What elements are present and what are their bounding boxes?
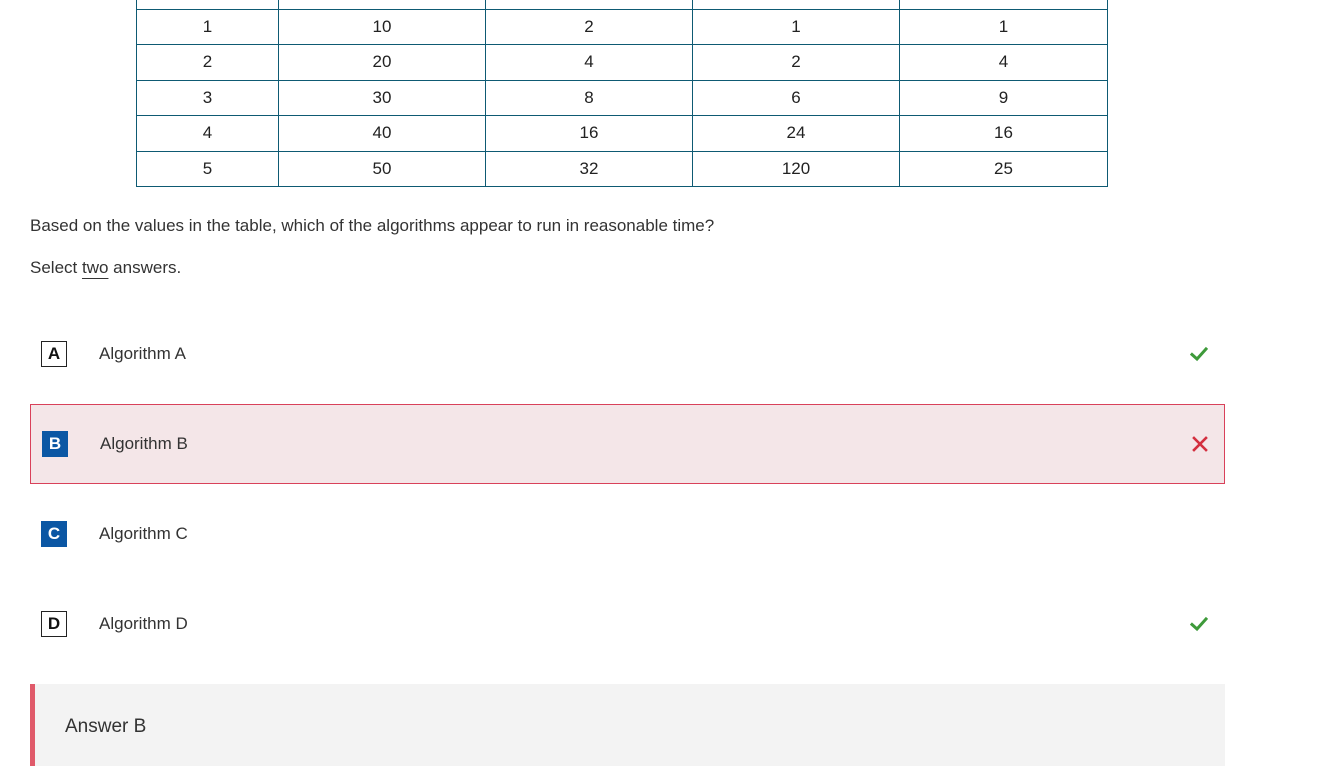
table-row: 4 40 16 24 16 [136, 115, 1108, 152]
table-cell: 1 [899, 8, 1108, 45]
selection-instruction: Select two answers. [30, 258, 181, 278]
table-cell: 2 [136, 44, 279, 81]
table-cell: 3 [136, 79, 279, 116]
instruction-prefix: Select [30, 258, 82, 277]
table-cell: 5 [136, 150, 279, 187]
option-label: Algorithm B [100, 434, 188, 453]
answer-panel: Answer B [30, 684, 1225, 766]
table-cell: 30 [278, 79, 486, 116]
table-cell: 50 [278, 150, 486, 187]
table-cell: 40 [278, 115, 486, 152]
table-cell: 20 [278, 44, 486, 81]
table-row: 2 20 4 2 4 [136, 44, 1108, 81]
table-cell [136, 0, 279, 10]
option-letter: C [41, 521, 67, 547]
option-letter: B [42, 431, 68, 457]
table-cell: 2 [692, 44, 900, 81]
option-label: Algorithm D [99, 614, 188, 633]
table-cell: 120 [692, 150, 900, 187]
table-cell: 4 [899, 44, 1108, 81]
table-cell: 6 [692, 79, 900, 116]
table-cell: 32 [485, 150, 693, 187]
option-a[interactable]: A Algorithm A [30, 314, 1225, 394]
table-row: 3 30 8 6 9 [136, 79, 1108, 116]
option-c[interactable]: C Algorithm C [30, 494, 1225, 574]
checkmark-icon [1190, 616, 1208, 632]
table-cell: 25 [899, 150, 1108, 187]
option-b[interactable]: B Algorithm B [30, 404, 1225, 484]
option-d[interactable]: D Algorithm D [30, 584, 1225, 664]
instruction-suffix: answers. [108, 258, 182, 277]
instruction-emphasis: two [81, 258, 109, 277]
table-cell [278, 0, 486, 10]
table-cell: 9 [899, 79, 1108, 116]
table-row: 5 50 32 120 25 [136, 150, 1108, 187]
table-cell: 1 [136, 8, 279, 45]
option-label: Algorithm A [99, 344, 186, 363]
table-cell: 4 [136, 115, 279, 152]
x-mark-icon [1192, 436, 1208, 452]
table-cell: 16 [485, 115, 693, 152]
quiz-page: 1 10 2 1 1 2 20 4 2 4 3 30 8 6 9 4 40 16 24 16 5 50 32 120 25 Ba… [0, 0, 1341, 766]
answer-text: Answer B [65, 716, 147, 737]
option-letter: D [41, 611, 67, 637]
table-cell: 16 [899, 115, 1108, 152]
table-cell: 8 [485, 79, 693, 116]
data-table: 1 10 2 1 1 2 20 4 2 4 3 30 8 6 9 4 40 16 24 16 5 50 32 120 25 [136, 0, 1108, 187]
checkmark-icon [1190, 346, 1208, 362]
table-cell: 10 [278, 8, 486, 45]
table-cell [692, 0, 900, 10]
question-text: Based on the values in the table, which … [30, 216, 715, 235]
table-cell: 24 [692, 115, 900, 152]
table-cell: 1 [692, 8, 900, 45]
option-label: Algorithm C [99, 524, 188, 543]
option-letter: A [41, 341, 67, 367]
table-cell [899, 0, 1108, 10]
table-row [136, 0, 1108, 10]
table-cell [485, 0, 693, 10]
table-row: 1 10 2 1 1 [136, 8, 1108, 45]
table-cell: 4 [485, 44, 693, 81]
table-cell: 2 [485, 8, 693, 45]
